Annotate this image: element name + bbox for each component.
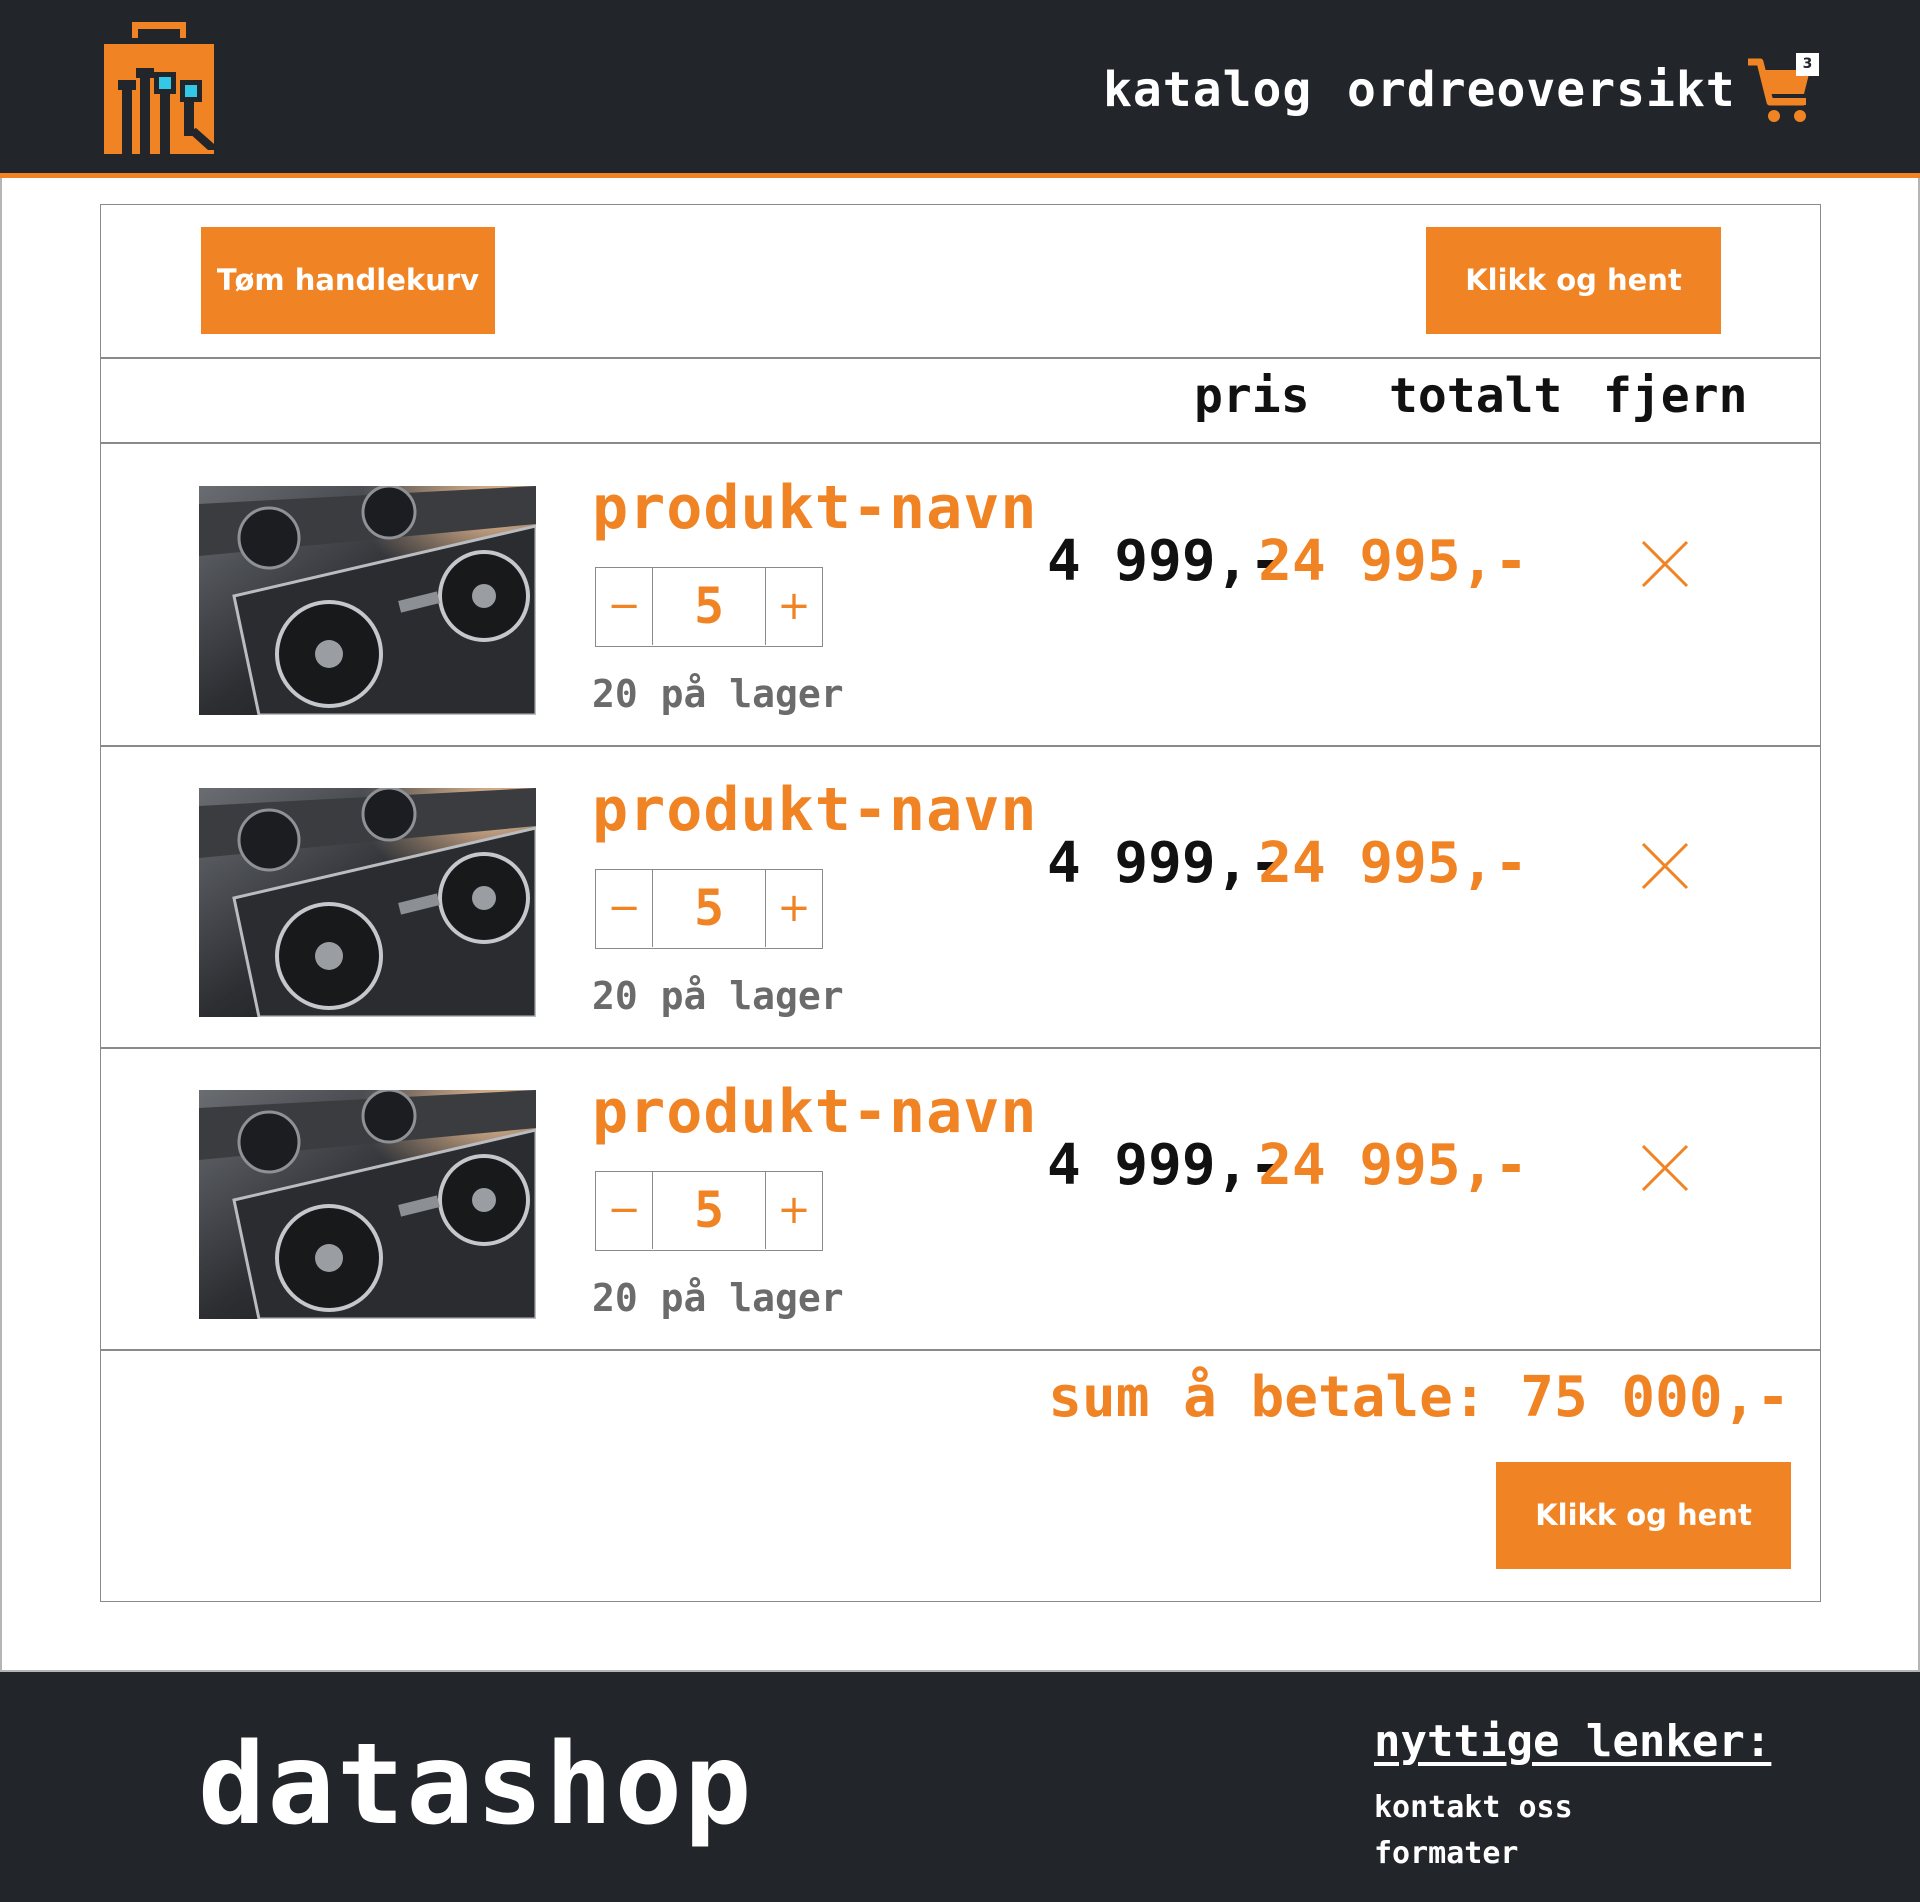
quantity-value[interactable]: 5 xyxy=(654,568,764,645)
order-sum: sum å betale: 75 000,- xyxy=(1048,1365,1790,1430)
close-icon[interactable] xyxy=(1641,540,1689,588)
stock-status: 20 på lager xyxy=(592,672,844,716)
column-header-remove: fjern xyxy=(1603,368,1748,424)
cart-count-badge: 3 xyxy=(1796,53,1819,76)
product-image[interactable] xyxy=(199,1090,536,1319)
footer-brand: datashop xyxy=(198,1720,754,1850)
stock-status: 20 på lager xyxy=(592,974,844,1018)
cart-item: produkt-navn − 5 + 20 på lager 4 999,- 2… xyxy=(101,445,1820,745)
cart-panel: Tøm handlekurv Klikk og hent pris totalt… xyxy=(100,204,1821,1602)
increase-quantity-button[interactable]: + xyxy=(765,1172,822,1249)
click-and-collect-button[interactable]: Klikk og hent xyxy=(1426,227,1721,334)
column-header-price: pris xyxy=(1194,368,1310,424)
column-header-total: totalt xyxy=(1389,368,1563,424)
footer-link-formats[interactable]: formater xyxy=(1374,1836,1519,1871)
line-total: 24 995,- xyxy=(1258,1133,1528,1198)
site-footer: datashop nyttige lenker: kontakt oss for… xyxy=(0,1670,1920,1902)
product-name[interactable]: produkt-navn xyxy=(592,1077,1037,1147)
toolbar-divider xyxy=(101,357,1820,359)
close-icon[interactable] xyxy=(1641,842,1689,890)
product-image[interactable] xyxy=(199,788,536,1017)
decrease-quantity-button[interactable]: − xyxy=(596,1172,653,1249)
quantity-value[interactable]: 5 xyxy=(654,870,764,947)
nav-katalog[interactable]: katalog xyxy=(1103,62,1312,118)
site-header: katalog ordreoversikt 3 xyxy=(0,0,1920,173)
increase-quantity-button[interactable]: + xyxy=(765,870,822,947)
quantity-stepper: − 5 + xyxy=(595,567,823,647)
line-total: 24 995,- xyxy=(1258,831,1528,896)
product-image[interactable] xyxy=(199,486,536,715)
stock-status: 20 på lager xyxy=(592,1276,844,1320)
unit-price: 4 999,- xyxy=(1046,1133,1283,1198)
checkout-click-and-collect-button[interactable]: Klikk og hent xyxy=(1496,1462,1791,1569)
shopping-bag-circuit-logo[interactable] xyxy=(104,22,214,154)
footer-link-contact[interactable]: kontakt oss xyxy=(1374,1790,1573,1825)
quantity-value[interactable]: 5 xyxy=(654,1172,764,1249)
product-name[interactable]: produkt-navn xyxy=(592,775,1037,845)
unit-price: 4 999,- xyxy=(1046,831,1283,896)
empty-cart-button[interactable]: Tøm handlekurv xyxy=(201,227,495,334)
decrease-quantity-button[interactable]: − xyxy=(596,870,653,947)
quantity-stepper: − 5 + xyxy=(595,1171,823,1251)
nav-ordreoversikt[interactable]: ordreoversikt xyxy=(1347,62,1736,118)
summary-divider xyxy=(101,1349,1820,1351)
unit-price: 4 999,- xyxy=(1046,529,1283,594)
decrease-quantity-button[interactable]: − xyxy=(596,568,653,645)
cart-item: produkt-navn − 5 + 20 på lager 4 999,- 2… xyxy=(101,1049,1820,1349)
useful-links-title: nyttige lenker: xyxy=(1374,1716,1772,1767)
close-icon[interactable] xyxy=(1641,1144,1689,1192)
line-total: 24 995,- xyxy=(1258,529,1528,594)
header-row-divider xyxy=(101,442,1820,444)
increase-quantity-button[interactable]: + xyxy=(765,568,822,645)
quantity-stepper: − 5 + xyxy=(595,869,823,949)
product-name[interactable]: produkt-navn xyxy=(592,473,1037,543)
cart-item: produkt-navn − 5 + 20 på lager 4 999,- 2… xyxy=(101,747,1820,1047)
